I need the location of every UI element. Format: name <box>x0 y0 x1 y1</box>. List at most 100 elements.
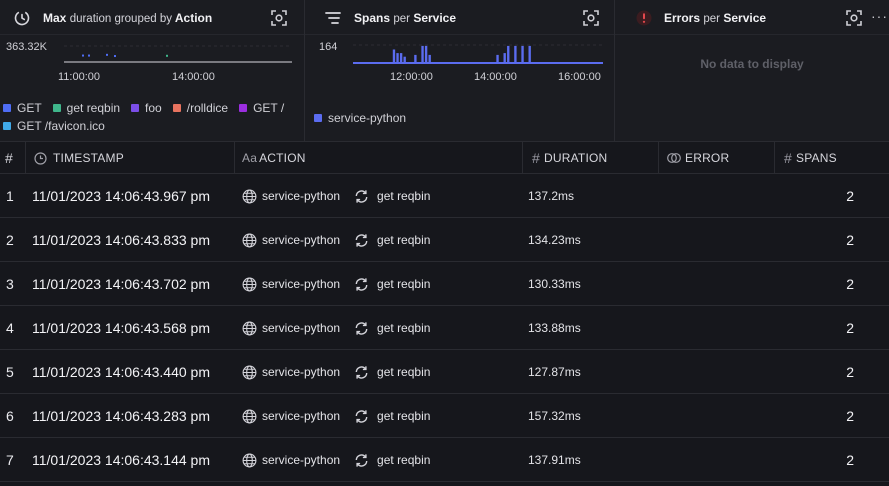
sync-icon <box>354 409 374 424</box>
spans-cell: 2 <box>846 408 854 424</box>
legend-swatch <box>3 122 11 130</box>
x-tick-label: 11:00:00 <box>58 71 101 83</box>
legend-item[interactable]: GET <box>3 101 42 115</box>
hash-icon: # <box>532 150 540 166</box>
table-row[interactable]: 7 11/01/2023 14:06:43.144 pm service-pytho… <box>0 438 889 482</box>
column-header-action[interactable]: Aa ACTION <box>234 142 522 174</box>
duration-cell: 130.33ms <box>528 277 581 291</box>
bar <box>396 53 399 63</box>
globe-icon <box>242 189 262 204</box>
table-row[interactable]: 4 11/01/2023 14:06:43.568 pm service-pytho… <box>0 306 889 350</box>
duration-cell: 127.87ms <box>528 365 581 379</box>
legend-swatch <box>314 114 322 122</box>
sync-icon <box>354 277 374 292</box>
legend-label: /rolldice <box>186 101 229 115</box>
spans-per-service-panel: Spans per Service 164 12:00:00 14:00:00 … <box>304 0 614 142</box>
errors-per-service-panel: Errors per Service ··· No data to displa… <box>614 0 889 142</box>
spans-cell: 2 <box>846 364 854 380</box>
legend-item[interactable]: GET /favicon.ico <box>3 119 105 133</box>
row-index: 4 <box>6 320 14 336</box>
bar <box>392 49 396 63</box>
data-point <box>114 55 116 58</box>
sync-icon <box>354 189 374 204</box>
duration-cell: 137.2ms <box>528 189 575 203</box>
timestamp-cell: 11/01/2023 14:06:43.967 pm <box>32 188 211 204</box>
legend-label: GET <box>17 101 42 115</box>
table-row[interactable]: 1 11/01/2023 14:06:43.967 pm service-pytho… <box>0 174 889 218</box>
row-index: 2 <box>6 232 14 248</box>
expand-icon[interactable] <box>845 9 863 27</box>
timestamp-cell: 11/01/2023 14:06:43.144 pm <box>32 452 211 468</box>
panel-title: Errors per Service <box>664 11 767 25</box>
column-header-timestamp[interactable]: TIMESTAMP <box>25 142 234 174</box>
globe-icon <box>242 365 262 380</box>
globe-icon <box>242 321 262 336</box>
column-header-index[interactable]: # <box>0 142 25 174</box>
legend-label: GET / <box>253 101 285 115</box>
service-name: service-python <box>262 189 341 203</box>
dashboard-panels: Max duration grouped by Action 363.32K 1… <box>0 0 889 142</box>
panel-title: Spans per Service <box>354 11 457 25</box>
legend-swatch <box>131 104 140 112</box>
bar <box>428 54 431 63</box>
bar <box>503 53 506 63</box>
max-duration-panel: Max duration grouped by Action 363.32K 1… <box>0 0 304 142</box>
duration-cell: 157.32ms <box>528 409 581 423</box>
traces-table: # TIMESTAMP Aa ACTION # DURATION ERROR #… <box>0 142 889 486</box>
action-name: get reqbin <box>377 233 431 247</box>
legend-item[interactable]: get reqbin <box>52 101 121 115</box>
spans-cell: 2 <box>846 232 854 248</box>
legend-swatch <box>239 104 248 112</box>
history-icon <box>14 10 30 26</box>
timestamp-cell: 11/01/2023 14:06:43.833 pm <box>32 232 211 248</box>
table-row[interactable]: 2 11/01/2023 14:06:43.833 pm service-pytho… <box>0 218 889 262</box>
column-header-error[interactable]: ERROR <box>658 142 774 174</box>
spans-chart <box>353 44 603 64</box>
table-row[interactable]: 6 11/01/2023 14:06:43.283 pm service-pytho… <box>0 394 889 438</box>
expand-icon[interactable] <box>270 9 288 27</box>
table-row[interactable]: 3 11/01/2023 14:06:43.702 pm service-pytho… <box>0 262 889 306</box>
legend-item[interactable]: /rolldice <box>172 101 229 115</box>
timestamp-cell: 11/01/2023 14:06:43.568 pm <box>32 320 211 336</box>
duration-cell: 133.88ms <box>528 321 581 335</box>
x-tick-label: 14:00:00 <box>172 71 215 83</box>
globe-icon <box>242 233 262 248</box>
data-point <box>88 54 90 57</box>
chart-legend: service-python <box>314 111 604 125</box>
row-index: 3 <box>6 276 14 292</box>
timestamp-cell: 11/01/2023 14:06:43.283 pm <box>32 408 211 424</box>
data-point <box>106 53 108 56</box>
bar <box>514 45 517 63</box>
legend-label: foo <box>145 101 162 115</box>
table-row[interactable]: 5 11/01/2023 14:06:43.440 pm service-pytho… <box>0 350 889 394</box>
legend-item[interactable]: foo <box>131 101 162 115</box>
bar <box>496 54 499 63</box>
row-index: 5 <box>6 364 14 380</box>
sync-icon <box>354 233 374 248</box>
action-cell: service-python get reqbin <box>242 262 430 306</box>
row-index: 7 <box>6 452 14 468</box>
sync-icon <box>354 453 374 468</box>
x-tick-label: 12:00:00 <box>390 71 433 83</box>
sync-icon <box>354 321 374 336</box>
legend-item[interactable]: GET / <box>239 101 284 115</box>
more-options-icon[interactable]: ··· <box>871 8 888 24</box>
data-point <box>82 54 84 57</box>
y-tick-label: 363.32K <box>6 41 47 53</box>
service-name: service-python <box>262 453 341 467</box>
legend-item[interactable]: service-python <box>314 111 406 125</box>
x-tick-label: 16:00:00 <box>558 71 601 83</box>
expand-icon[interactable] <box>582 9 600 27</box>
y-tick-label: 164 <box>319 41 338 53</box>
globe-icon <box>242 409 262 424</box>
error-toggle-icon <box>667 151 681 165</box>
column-label: TIMESTAMP <box>53 151 124 165</box>
sync-icon <box>354 365 374 380</box>
column-header-duration[interactable]: # DURATION <box>522 142 658 174</box>
service-name: service-python <box>262 321 341 335</box>
legend-label: get reqbin <box>66 101 121 115</box>
action-name: get reqbin <box>377 365 431 379</box>
action-cell: service-python get reqbin <box>242 438 430 482</box>
duration-cell: 137.91ms <box>528 453 581 467</box>
column-header-spans[interactable]: # SPANS <box>774 142 889 174</box>
